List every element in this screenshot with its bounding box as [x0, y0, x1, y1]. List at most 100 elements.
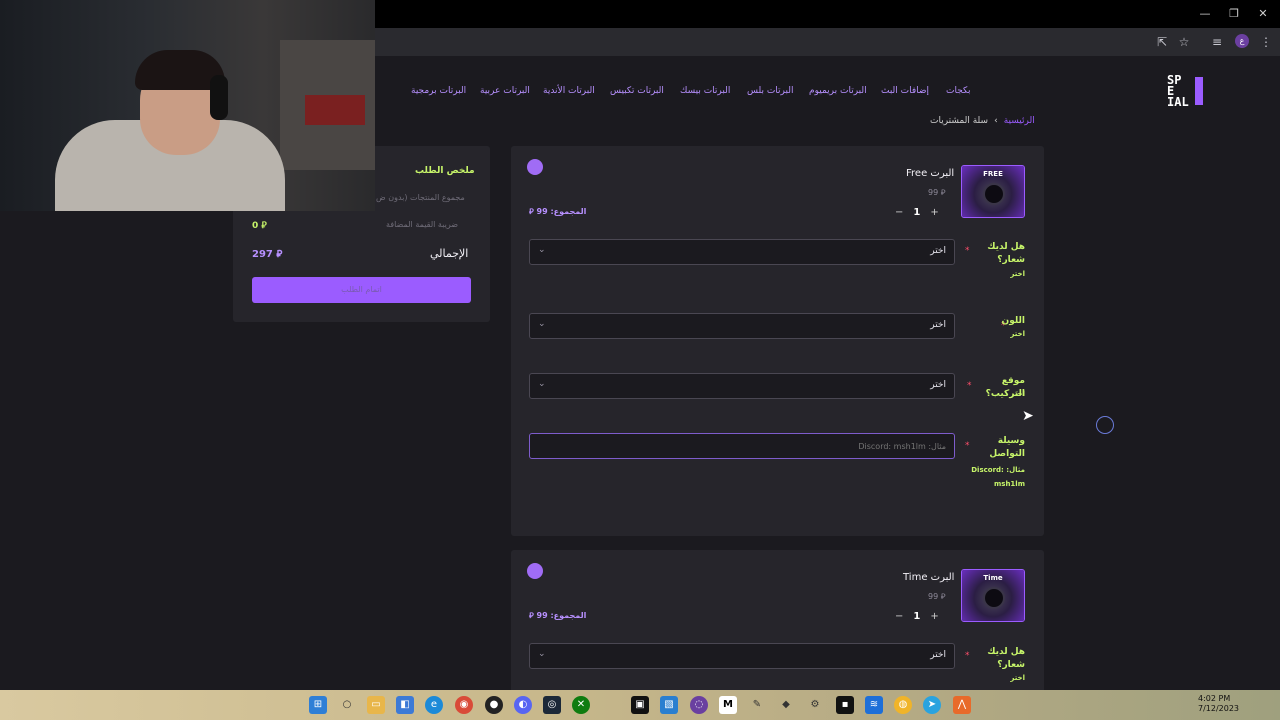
- file-explorer-icon[interactable]: ▭: [367, 696, 385, 714]
- contact-input[interactable]: [529, 433, 955, 459]
- nav-programming[interactable]: البرتات برمجية: [411, 86, 466, 96]
- app-icon[interactable]: ≋: [865, 696, 883, 714]
- nav-clubs[interactable]: البرتات الأندية: [543, 86, 595, 96]
- product-thumbnail[interactable]: Time: [961, 569, 1025, 622]
- store-icon[interactable]: ◧: [396, 696, 414, 714]
- notion-icon[interactable]: M: [719, 696, 737, 714]
- logo-bar: [1195, 77, 1203, 105]
- product-name: البرت Free: [906, 168, 955, 179]
- nav-plus[interactable]: البرتات بلس: [747, 86, 793, 96]
- site-logo[interactable]: SP E IAL: [1167, 73, 1203, 109]
- remove-item-button[interactable]: [527, 563, 543, 579]
- product-name: البرت Time: [903, 572, 955, 583]
- xbox-icon[interactable]: ✕: [572, 696, 590, 714]
- nav-overlay[interactable]: البرتات تكبيس: [610, 86, 664, 96]
- total-value: 297 ⃁: [252, 249, 283, 260]
- bookmark-star-icon[interactable]: ☆: [1175, 33, 1193, 51]
- start-icon[interactable]: ⊞: [309, 696, 327, 714]
- remove-item-button[interactable]: [527, 159, 543, 175]
- webcam-box: [305, 95, 365, 125]
- install-location-hint: اختر: [1010, 390, 1025, 398]
- settings-icon[interactable]: ⚙: [806, 696, 824, 714]
- breadcrumb-home[interactable]: الرئيسية: [1004, 116, 1035, 126]
- order-summary-title: ملخص الطلب: [415, 166, 475, 176]
- chevron-down-icon: ⌄: [538, 319, 546, 329]
- vat-label: ضريبة القيمة المضافة: [386, 220, 459, 229]
- capcut-icon[interactable]: ▣: [631, 696, 649, 714]
- product-price: 99 ⃁: [928, 592, 946, 601]
- logo-text: SP E IAL: [1167, 73, 1189, 109]
- color-hint: اختر: [1010, 330, 1025, 338]
- chrome-icon[interactable]: ◉: [455, 696, 473, 714]
- thumbnail-tag: FREE: [983, 170, 1003, 178]
- steam-icon[interactable]: ◎: [543, 696, 561, 714]
- qty-minus-button[interactable]: −: [895, 207, 903, 218]
- logo-select[interactable]: اختر ⌄: [529, 239, 955, 265]
- select-value: اختر: [930, 246, 946, 256]
- checkout-button[interactable]: اتمام الطلب: [252, 277, 471, 303]
- media-control-icon[interactable]: ≡: [1208, 33, 1226, 51]
- color-select[interactable]: اختر ⌄: [529, 313, 955, 339]
- nav-stream-addons[interactable]: إضافات البث: [881, 86, 929, 96]
- chevron-down-icon: ⌄: [538, 649, 546, 659]
- app-icon[interactable]: ⋀: [953, 696, 971, 714]
- nav-basic[interactable]: البرتات بيسك: [680, 86, 730, 96]
- select-value: اختر: [930, 320, 946, 330]
- nav-arabic[interactable]: البرتات عربية: [480, 86, 530, 96]
- quantity-stepper: −1 +: [895, 611, 939, 622]
- restore-button[interactable]: ❐: [1219, 4, 1249, 24]
- thumbnail-disc: [983, 183, 1005, 205]
- breadcrumb: الرئيسية › سلة المشتريات: [930, 116, 1035, 126]
- nav-packages[interactable]: بكجات: [946, 86, 971, 96]
- taskbar-clock[interactable]: 4:02 PM 7/12/2023: [1198, 694, 1239, 714]
- logo-question-label: هل لديك شعار؟: [987, 242, 1025, 265]
- app-icon[interactable]: ◆: [777, 696, 795, 714]
- select-value: اختر: [930, 380, 946, 390]
- vscode-icon[interactable]: ▧: [660, 696, 678, 714]
- contact-label: وسيلة التواصل: [989, 436, 1025, 459]
- cursor-highlight-ring: [1096, 416, 1114, 434]
- logo-select[interactable]: اختر ⌄: [529, 643, 955, 669]
- tools-icon[interactable]: ✎: [748, 696, 766, 714]
- logo-question-hint: اختر: [1010, 674, 1025, 682]
- clock-time: 4:02 PM: [1198, 694, 1231, 703]
- minimize-button[interactable]: —: [1190, 4, 1220, 24]
- item-subtotal: المجموع: 99 ⃁: [529, 611, 587, 620]
- subtotal-label: مجموع المنتجات (بدون ض: [376, 193, 465, 202]
- edge-icon[interactable]: e: [425, 696, 443, 714]
- profile-avatar[interactable]: ع: [1235, 34, 1249, 48]
- breadcrumb-separator: ›: [994, 116, 998, 126]
- obs-icon[interactable]: ◌: [690, 696, 708, 714]
- qty-plus-button[interactable]: +: [930, 611, 938, 622]
- chevron-down-icon: ⌄: [538, 379, 546, 389]
- install-location-select[interactable]: اختر ⌄: [529, 373, 955, 399]
- thumbnail-disc: [983, 587, 1005, 609]
- logo-question-label: هل لديك شعار؟: [987, 647, 1025, 670]
- vat-value: 0 ⃁: [252, 221, 267, 231]
- app-icon[interactable]: ◍: [894, 696, 912, 714]
- terminal-icon[interactable]: ▪: [836, 696, 854, 714]
- clock-date: 7/12/2023: [1198, 704, 1240, 713]
- select-value: اختر: [930, 650, 946, 660]
- mouse-cursor-icon: ➤: [1022, 408, 1034, 424]
- qty-value[interactable]: 1: [913, 611, 920, 622]
- install-app-icon[interactable]: ⇱: [1153, 33, 1171, 51]
- qty-minus-button[interactable]: −: [895, 611, 903, 622]
- thumbnail-tag: Time: [983, 574, 1003, 582]
- total-label: الإجمالي: [430, 247, 469, 260]
- logo-question-hint: اختر: [1010, 270, 1025, 278]
- nav-premium[interactable]: البرتات بريميوم: [809, 86, 867, 96]
- qty-plus-button[interactable]: +: [930, 207, 938, 218]
- telegram-icon[interactable]: ➤: [923, 696, 941, 714]
- search-icon[interactable]: ○: [338, 696, 356, 714]
- close-button[interactable]: ✕: [1248, 4, 1278, 24]
- discord-icon[interactable]: ◐: [514, 696, 532, 714]
- browser-menu-icon[interactable]: ⋮: [1257, 33, 1275, 51]
- browser-toolbar: [375, 28, 1280, 56]
- product-price: 99 ⃁: [928, 188, 946, 197]
- chevron-down-icon: ⌄: [538, 245, 546, 255]
- breadcrumb-current: سلة المشتريات: [930, 116, 989, 126]
- github-icon[interactable]: ●: [485, 696, 503, 714]
- product-thumbnail[interactable]: FREE: [961, 165, 1025, 218]
- qty-value[interactable]: 1: [913, 207, 920, 218]
